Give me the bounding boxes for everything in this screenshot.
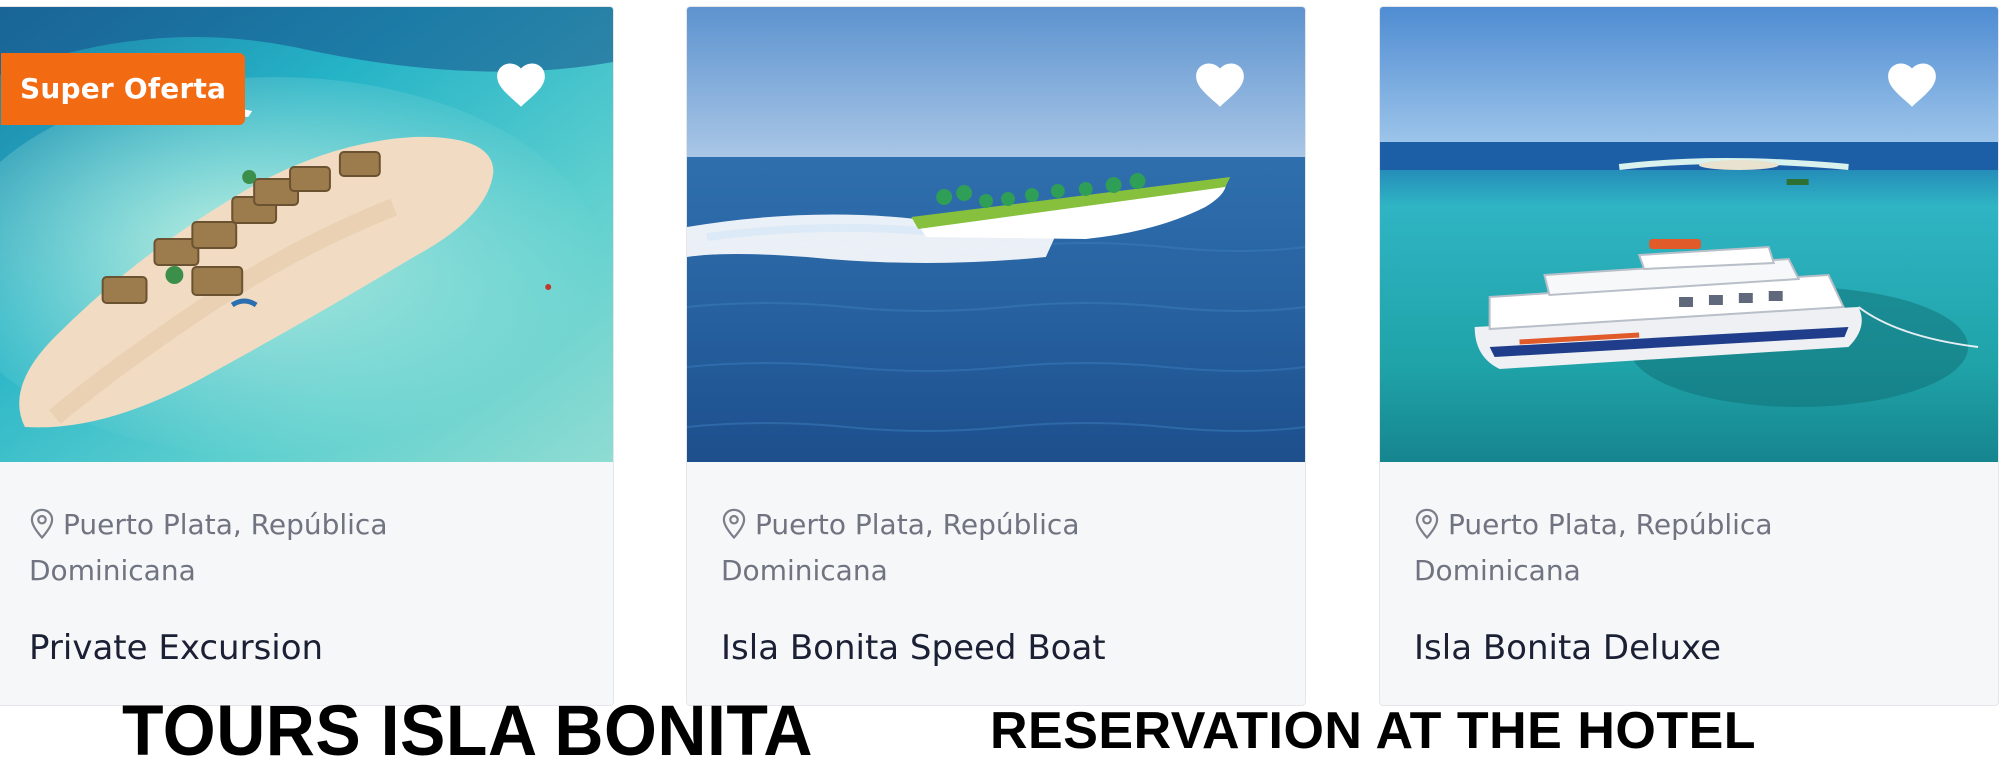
tour-image-sandbar-island[interactable]: Super Oferta <box>0 7 613 462</box>
location-pin-icon <box>1414 508 1440 540</box>
card-body: Puerto Plata, República Dominicana Priva… <box>0 462 613 668</box>
location-line-2: Dominicana <box>1414 554 1581 587</box>
location-pin-icon <box>721 508 747 540</box>
location-line-2: Dominicana <box>721 554 888 587</box>
reservation-at-hotel-caption: RESERVATION AT THE HOTEL <box>990 702 1757 760</box>
location-text: Puerto Plata, República Dominicana <box>1414 502 1968 594</box>
tour-card-speed-boat[interactable]: Puerto Plata, República Dominicana Isla … <box>686 6 1306 706</box>
tour-card-deluxe[interactable]: Puerto Plata, República Dominicana Isla … <box>1379 6 1999 706</box>
location-line-2: Dominicana <box>29 554 196 587</box>
heart-icon[interactable] <box>493 59 549 109</box>
location-line-1: Puerto Plata, República <box>63 508 388 541</box>
tour-image-speed-boat[interactable] <box>687 7 1305 462</box>
tour-title[interactable]: Private Excursion <box>29 628 583 668</box>
location-line-1: Puerto Plata, República <box>1448 508 1773 541</box>
heart-icon[interactable] <box>1192 59 1248 109</box>
location-line-1: Puerto Plata, República <box>755 508 1080 541</box>
super-offer-badge: Super Oferta <box>1 53 246 125</box>
tour-image-catamaran[interactable] <box>1380 7 1998 462</box>
card-body: Puerto Plata, República Dominicana Isla … <box>687 462 1305 668</box>
location-text: Puerto Plata, República Dominicana <box>721 502 1275 594</box>
tour-card-private-excursion[interactable]: Super Oferta Puerto Plata, República Dom… <box>0 6 614 706</box>
tour-title[interactable]: Isla Bonita Deluxe <box>1414 628 1968 668</box>
card-body: Puerto Plata, República Dominicana Isla … <box>1380 462 1998 668</box>
tour-title[interactable]: Isla Bonita Speed Boat <box>721 628 1275 668</box>
location-pin-icon <box>29 508 55 540</box>
tours-isla-bonita-caption: TOURS ISLA BONITA <box>122 691 814 769</box>
heart-icon[interactable] <box>1884 59 1940 109</box>
location-text: Puerto Plata, República Dominicana <box>29 502 583 594</box>
